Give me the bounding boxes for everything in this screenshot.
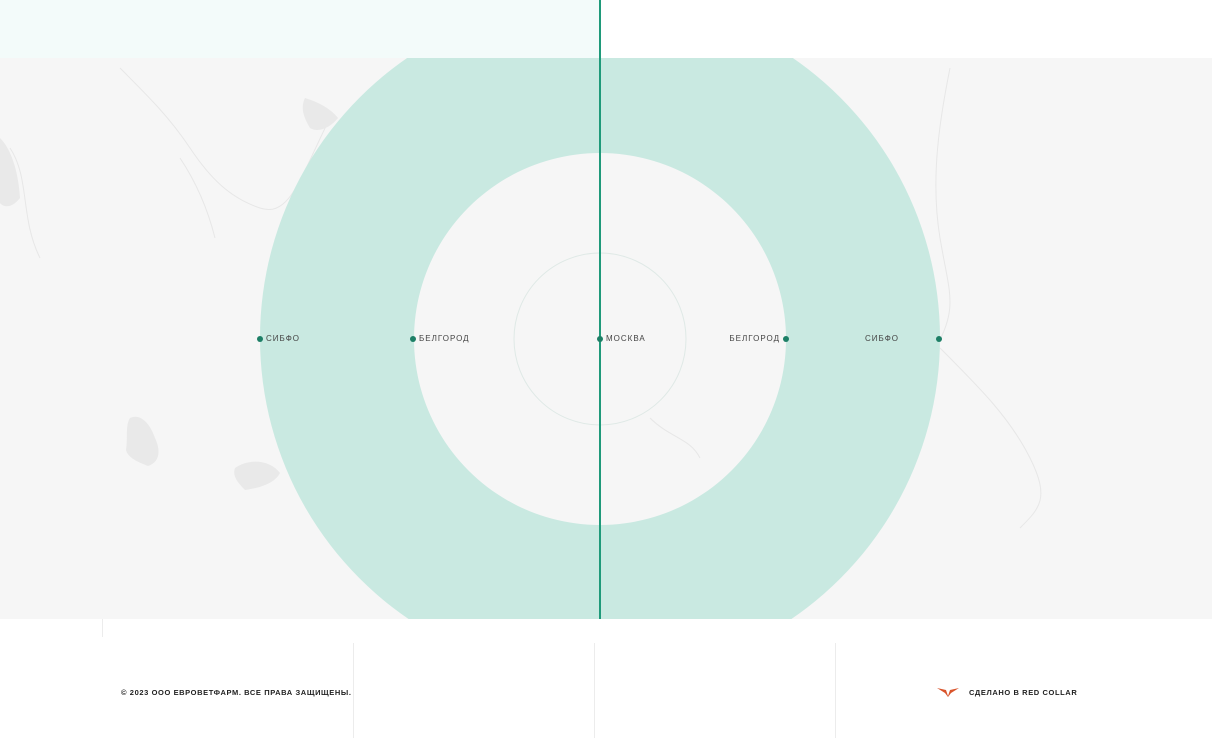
marker-right-inner[interactable]: [783, 336, 789, 342]
label-right-outer: СИБФО: [865, 334, 899, 343]
footer: © 2023 ООО ЕВРОВЕТФАРМ. ВСЕ ПРАВА ЗАЩИЩЕ…: [0, 619, 1212, 738]
made-by-link[interactable]: СДЕЛАНО В RED COLLAR: [937, 685, 1077, 699]
red-collar-logo-icon: [937, 688, 959, 697]
center-divider-line: [599, 0, 601, 619]
top-band-left: [0, 0, 600, 58]
label-left-inner: БЕЛГОРОД: [419, 334, 470, 343]
marker-left-inner[interactable]: [410, 336, 416, 342]
marker-right-outer[interactable]: [936, 336, 942, 342]
label-center: МОСКВА: [606, 334, 646, 343]
label-right-inner: БЕЛГОРОД: [729, 334, 780, 343]
footer-divider: [835, 643, 836, 738]
footer-tick: [102, 619, 103, 637]
top-band-right: [600, 0, 1212, 58]
label-left-outer: СИБФО: [266, 334, 300, 343]
footer-divider: [594, 643, 595, 738]
marker-center[interactable]: [597, 336, 603, 342]
copyright-text: © 2023 ООО ЕВРОВЕТФАРМ. ВСЕ ПРАВА ЗАЩИЩЕ…: [121, 688, 352, 697]
made-by-text: СДЕЛАНО В RED COLLAR: [969, 687, 1078, 697]
footer-divider: [353, 643, 354, 738]
marker-left-outer[interactable]: [257, 336, 263, 342]
